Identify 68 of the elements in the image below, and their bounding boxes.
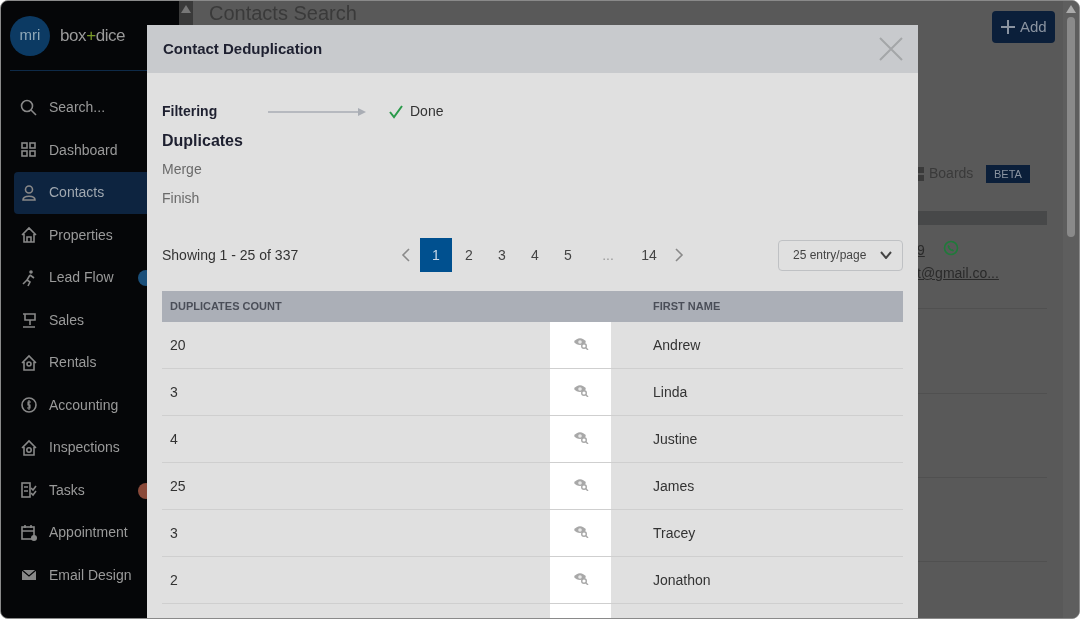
nav-item[interactable]: Rentals <box>14 342 166 384</box>
table-cell-text: Tracey <box>652 523 696 543</box>
view-duplicates-button[interactable] <box>550 510 611 556</box>
page-button[interactable]: 1 <box>420 238 452 272</box>
page-size-dropdown[interactable]: 25 entry/page <box>778 239 903 271</box>
nav-item[interactable]: Appointment <box>14 512 166 554</box>
search-icon <box>19 97 39 118</box>
table-cell-text: Jonathon <box>652 570 711 590</box>
close-icon[interactable] <box>878 36 904 62</box>
chevron-right-icon <box>674 248 684 262</box>
column-header: FIRST NAME <box>653 299 721 315</box>
add-button[interactable]: Add <box>992 11 1055 43</box>
chevron-down-icon <box>880 251 892 259</box>
page-button[interactable]: 4 <box>519 238 551 272</box>
view-duplicates-button[interactable] <box>550 557 611 603</box>
chevron-left-icon <box>401 248 411 262</box>
brand-name: box+dice <box>60 24 126 47</box>
eye-search-icon <box>572 571 589 585</box>
table-cell-text: Justine <box>652 429 698 449</box>
view-duplicates-button[interactable] <box>550 463 611 509</box>
eye-search-icon <box>572 430 589 444</box>
page-ellipsis: ... <box>601 245 615 265</box>
page-button[interactable]: 14 <box>633 238 665 272</box>
eye-search-icon <box>572 524 589 538</box>
checklist-icon <box>19 480 39 501</box>
step-status: Done <box>410 102 444 121</box>
step-label: Duplicates <box>162 130 244 151</box>
table-cell-text: 4 <box>169 429 179 449</box>
page-button[interactable]: 5 <box>552 238 584 272</box>
page-button[interactable]: 2 <box>453 238 485 272</box>
eye-search-icon <box>572 383 589 397</box>
view-duplicates-button[interactable] <box>550 369 611 415</box>
table-cell-text: 20 <box>169 335 187 355</box>
nav-item[interactable]: Accounting <box>14 384 166 426</box>
house-icon <box>19 225 39 246</box>
dollar-icon <box>19 395 39 416</box>
plus-icon <box>1000 19 1016 35</box>
scroll-up-arrow-icon[interactable] <box>181 5 191 13</box>
table-cell-text: 3 <box>169 523 179 543</box>
table-cell-text: James <box>652 476 695 496</box>
eye-search-icon <box>572 336 589 350</box>
table-cell-text: Andrew <box>652 335 701 355</box>
results-summary: Showing 1 - 25 of 337 <box>162 245 300 265</box>
phone-icon[interactable] <box>943 240 959 256</box>
logo-badge: mri <box>10 15 50 56</box>
eye-search-icon <box>572 477 589 491</box>
house-key-icon <box>19 352 39 373</box>
arrow-icon <box>268 107 366 116</box>
nav-item[interactable]: Email Design <box>14 554 166 596</box>
beta-badge: BETA <box>986 165 1030 183</box>
table-cell-text: 2 <box>169 570 179 590</box>
check-icon <box>388 103 404 120</box>
step-label: Filtering <box>162 102 219 121</box>
house-search-icon <box>19 437 39 458</box>
dialog-title: Contact Deduplication <box>163 38 323 59</box>
table-cell-text: Linda <box>652 382 688 402</box>
column-header: DUPLICATES COUNT <box>169 299 283 315</box>
person-icon <box>19 182 39 203</box>
view-duplicates-button[interactable] <box>550 416 611 462</box>
scrollbar-thumb[interactable] <box>1067 17 1075 237</box>
table-cell-text: 25 <box>169 476 187 496</box>
scroll-up-arrow-icon[interactable] <box>1066 5 1076 13</box>
nav-item[interactable]: Sales <box>14 299 166 341</box>
view-duplicates-button[interactable] <box>550 322 611 368</box>
nav-item[interactable]: Inspections <box>14 427 166 469</box>
page-button[interactable]: 3 <box>486 238 518 272</box>
table-cell-text: 3 <box>169 382 179 402</box>
calendar-icon <box>19 522 39 543</box>
